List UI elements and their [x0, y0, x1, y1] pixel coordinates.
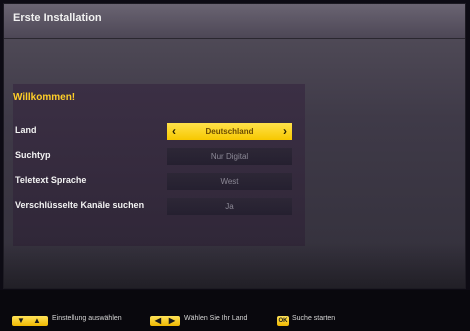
chevron-left-icon[interactable]: ‹: [168, 123, 180, 140]
settings-panel: [13, 84, 305, 246]
arrow-down-icon: ▼: [17, 316, 25, 325]
arrow-left-icon: ◀: [154, 316, 162, 325]
setting-label-teletext: Teletext Sprache: [15, 175, 87, 185]
setting-label-encrypted: Verschlüsselte Kanäle suchen: [15, 200, 145, 210]
country-selector[interactable]: ‹ Deutschland ›: [167, 123, 292, 140]
setting-label-suchtyp: Suchtyp: [15, 150, 51, 160]
teletext-language-value: West: [220, 177, 239, 186]
window-title: Erste Installation: [13, 12, 102, 24]
chevron-right-icon[interactable]: ›: [279, 123, 291, 140]
hint-label: Suche starten: [292, 315, 336, 322]
screen-bottom-shade: [4, 242, 465, 288]
welcome-heading: Willkommen!: [13, 92, 76, 103]
title-bar: Erste Installation: [4, 4, 465, 39]
installation-screen: Erste Installation Willkommen! Land ‹ De…: [3, 3, 466, 289]
ok-key: OK: [277, 316, 289, 326]
hint-label: Wählen Sie Ihr Land: [184, 315, 248, 322]
teletext-language-selector[interactable]: West: [167, 173, 292, 190]
arrow-up-icon: ▲: [33, 316, 41, 325]
arrow-right-icon: ▶: [168, 316, 176, 325]
encrypted-channels-selector[interactable]: Ja: [167, 198, 292, 215]
footer-bar: ▼ ▲ Einstellung auswählen ◀ ▶ Wählen Sie…: [0, 290, 470, 331]
country-value: Deutschland: [205, 127, 254, 136]
left-right-keys: ◀ ▶: [150, 316, 180, 326]
encrypted-channels-value: Ja: [225, 202, 234, 211]
search-type-selector[interactable]: Nur Digital: [167, 148, 292, 165]
setting-label-land: Land: [15, 125, 37, 135]
hint-label: Einstellung auswählen: [52, 315, 122, 322]
up-down-keys: ▼ ▲: [12, 316, 48, 326]
search-type-value: Nur Digital: [210, 152, 249, 161]
ok-key-icon: OK: [278, 318, 288, 324]
